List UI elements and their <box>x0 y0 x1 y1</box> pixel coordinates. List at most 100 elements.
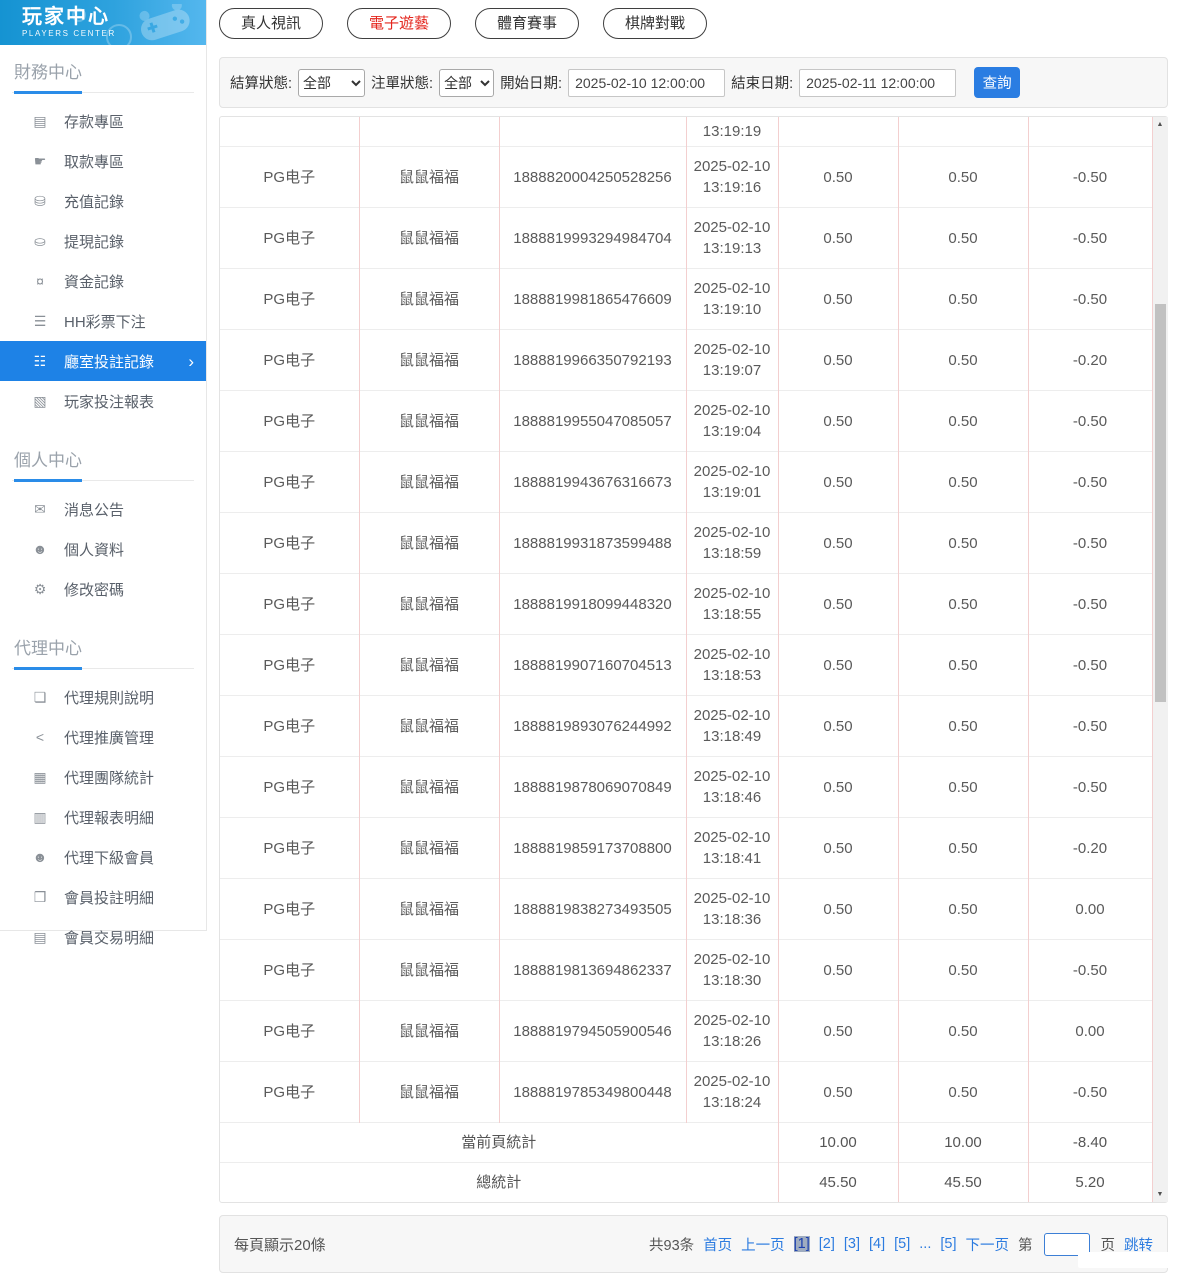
page-link-2[interactable]: [2] <box>819 1236 835 1252</box>
gear-icon: ⚙ <box>33 580 47 597</box>
order-status-select[interactable]: 全部 <box>439 68 495 97</box>
cell-bet: 0.50 <box>778 512 899 574</box>
page-link-6[interactable]: ... <box>919 1236 931 1252</box>
page-link-3[interactable]: [3] <box>844 1236 860 1252</box>
logo-subtitle: PLAYERS CENTER <box>22 29 116 38</box>
cell-valid: 0.50 <box>898 634 1029 696</box>
page-link-7[interactable]: [5] <box>940 1236 956 1252</box>
sidebar-item-agent-rules[interactable]: ❏ 代理規則說明 <box>0 677 206 717</box>
table-row: PG电子 鼠鼠福福 1888819955047085057 2025-02-10 13:… <box>220 390 1153 452</box>
sidebar-item-player-bet-report[interactable]: ▧ 玩家投注報表 <box>0 381 206 421</box>
sidebar-item-withdraw[interactable]: ☛ 取款專區 <box>0 141 206 181</box>
cell-winloss: 0.00 <box>1028 1000 1153 1062</box>
cell-valid: 0.50 <box>898 939 1029 1001</box>
tab-board-games[interactable]: 棋牌對戰 <box>603 8 708 39</box>
cell-player: 鼠鼠福福 <box>359 329 500 391</box>
summary-valid: 45.50 <box>898 1162 1029 1202</box>
start-date-input[interactable] <box>568 68 726 97</box>
scroll-down-icon[interactable]: ▼ <box>1153 1187 1168 1202</box>
table-row: PG电子 鼠鼠福福 1888819794505900546 2025-02-10 13:… <box>220 1000 1153 1062</box>
next-page-link[interactable]: 下一页 <box>966 1234 1010 1255</box>
sidebar-item-change-password[interactable]: ⚙ 修改密碼 <box>0 569 206 609</box>
tab-live-video[interactable]: 真人視訊 <box>219 8 324 39</box>
cell-winloss: -0.50 <box>1028 390 1153 452</box>
clipped-overlay <box>1078 1252 1177 1268</box>
cell-winloss <box>1028 117 1153 147</box>
sidebar-section-items: ❏ 代理規則說明 < 代理推廣管理 ▦ 代理團隊統計 ▥ 代理報表明細 ☻ 代理下級會員 ❒ 會員投註… <box>0 669 206 969</box>
cell-player: 鼠鼠福福 <box>359 146 500 208</box>
cell-valid: 0.50 <box>898 1061 1029 1123</box>
settle-status-label: 結算狀態: <box>230 76 293 92</box>
sidebar-section-title: 財務中心 <box>12 56 194 94</box>
members-icon: ☻ <box>32 849 48 865</box>
sidebar-item-label: 會員投註明細 <box>64 889 155 907</box>
sidebar-item-profile[interactable]: ☻ 個人資料 <box>0 529 206 569</box>
table-scrollbar[interactable]: ▲ ▼ <box>1152 117 1168 1202</box>
cell-winloss: -0.50 <box>1028 939 1153 1001</box>
end-date-input[interactable] <box>799 68 957 97</box>
sidebar-item-member-bet-detail[interactable]: ❒ 會員投註明細 <box>0 877 206 917</box>
sidebar-section-title: 個人中心 <box>12 444 194 482</box>
cell-datetime: 2025-02-10 13:18:36 <box>686 878 779 940</box>
cell-valid: 0.50 <box>898 756 1029 818</box>
cell-datetime: 2025-02-10 13:18:53 <box>686 634 779 696</box>
settle-status-select[interactable]: 全部 <box>298 68 366 97</box>
cell-datetime: 2025-02-10 13:19:10 <box>686 268 779 330</box>
cell-valid: 0.50 <box>898 878 1029 940</box>
page-link-5[interactable]: [5] <box>894 1236 910 1252</box>
cell-winloss: -0.50 <box>1028 756 1153 818</box>
sidebar-item-label: 修改密碼 <box>64 581 125 599</box>
sidebar-item-label: 代理下級會員 <box>64 849 155 867</box>
sidebar-item-agent-report-detail[interactable]: ▥ 代理報表明細 <box>0 797 206 837</box>
sidebar-item-label: 代理團隊統計 <box>64 769 155 787</box>
sidebar-item-label: 會員交易明細 <box>64 929 155 947</box>
sidebar-item-funds-record[interactable]: ¤ 資金記錄 <box>0 261 206 301</box>
cell-winloss: -0.50 <box>1028 512 1153 574</box>
sidebar-item-agent-promotion[interactable]: < 代理推廣管理 <box>0 717 206 757</box>
tab-electronic-games[interactable]: 電子遊藝 <box>347 8 452 39</box>
cell-valid: 0.50 <box>898 390 1029 452</box>
cell-player: 鼠鼠福福 <box>359 390 500 452</box>
start-date-label: 開始日期: <box>500 76 563 92</box>
sidebar-item-deposit[interactable]: ▤ 存款專區 <box>0 101 206 141</box>
cell-game: PG电子 <box>220 146 360 208</box>
cell-bet: 0.50 <box>778 268 899 330</box>
sidebar-item-label: 存款專區 <box>64 113 125 131</box>
sidebar-item-recharge-record[interactable]: ⛁ 充值記錄 <box>0 181 206 221</box>
sidebar-section-items: ▤ 存款專區 ☛ 取款專區 ⛁ 充值記錄 ⛀ 提現記錄 ¤ 資金記錄 ☰ HH彩票下注 ☷ 廳室投註記錄 ›… <box>0 93 206 433</box>
page-link-1[interactable]: [1] <box>793 1236 810 1252</box>
cell-datetime: 2025-02-10 13:18:26 <box>686 1000 779 1062</box>
sidebar-item-agent-sub-members[interactable]: ☻ 代理下級會員 <box>0 837 206 877</box>
cell-player: 鼠鼠福福 <box>359 939 500 1001</box>
cell-player: 鼠鼠福福 <box>359 268 500 330</box>
cell-valid: 0.50 <box>898 207 1029 269</box>
cell-datetime: 2025-02-10 13:19:16 <box>686 146 779 208</box>
first-page-link[interactable]: 首页 <box>703 1234 732 1255</box>
sidebar-item-withdraw-record[interactable]: ⛀ 提現記錄 <box>0 221 206 261</box>
cell-valid: 0.50 <box>898 573 1029 635</box>
cell-game: PG电子 <box>220 939 360 1001</box>
query-button[interactable]: 查詢 <box>974 67 1021 98</box>
tab-sports[interactable]: 體育賽事 <box>475 8 580 39</box>
sidebar-menu: 財務中心 ▤ 存款專區 ☛ 取款專區 ⛁ 充值記錄 ⛀ 提現記錄 ¤ 資金記錄 ☰ HH彩票下注 ☷ 廳室投… <box>0 56 206 969</box>
sidebar-item-member-trade-detail[interactable]: ▤ 會員交易明細 <box>0 917 206 957</box>
scrollbar-thumb[interactable] <box>1154 304 1166 702</box>
sidebar-item-hh-lottery-bet[interactable]: ☰ HH彩票下注 <box>0 301 206 341</box>
sidebar-item-label: 代理推廣管理 <box>64 729 155 747</box>
page-link-4[interactable]: [4] <box>869 1236 885 1252</box>
sidebar-item-announcements[interactable]: ✉ 消息公告 <box>0 489 206 529</box>
page-size-label: 每頁顯示20條 <box>234 1236 326 1254</box>
prev-page-link[interactable]: 上一页 <box>741 1234 785 1255</box>
cell-valid: 0.50 <box>898 451 1029 513</box>
cell-winloss: -0.50 <box>1028 207 1153 269</box>
cell-bet: 0.50 <box>778 1061 899 1123</box>
cell-datetime: 13:19:19 <box>686 117 779 147</box>
pagination-bar: 每頁顯示20條 共93条 首页 上一页 [1] [2] [3] [4] [5]... [5] 下一… <box>219 1215 1168 1273</box>
cell-valid: 0.50 <box>898 268 1029 330</box>
cell-winloss: -0.50 <box>1028 695 1153 757</box>
sidebar-item-agent-team-stats[interactable]: ▦ 代理團隊統計 <box>0 757 206 797</box>
sidebar-item-room-bet-records[interactable]: ☷ 廳室投註記錄 › <box>0 341 206 381</box>
scroll-up-icon[interactable]: ▲ <box>1153 117 1168 132</box>
cell-datetime: 2025-02-10 13:18:41 <box>686 817 779 879</box>
sidebar-item-label: 充值記錄 <box>64 193 125 211</box>
